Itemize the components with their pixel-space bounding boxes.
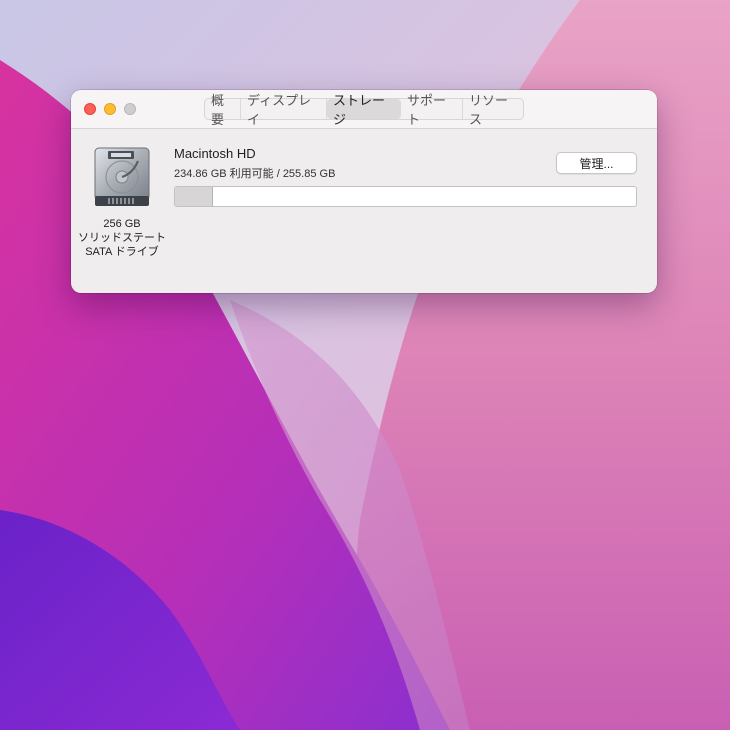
close-button[interactable] [84,103,96,115]
storage-used-segment [175,187,213,206]
system-info-window: 概要 ディスプレイ ストレージ サポート リソース 256 GB ソリッドステー… [71,90,657,293]
volume-usage-text: 234.86 GB 利用可能 / 255.85 GB [174,168,336,180]
zoom-button[interactable] [124,103,136,115]
tab-displays[interactable]: ディスプレイ [241,93,327,127]
volume-name: Macintosh HD [174,146,256,161]
tab-support[interactable]: サポート [401,93,463,127]
disk-capacity: 256 GB [103,218,141,230]
tab-overview[interactable]: 概要 [205,93,241,127]
title-bar: 概要 ディスプレイ ストレージ サポート リソース [71,90,657,129]
tab-bar: 概要 ディスプレイ ストレージ サポート リソース [204,93,524,127]
storage-usage-bar [174,186,637,207]
disk-interface: SATA ドライブ [85,246,159,258]
minimize-button[interactable] [104,103,116,115]
disk-description: 256 GB ソリッドステート SATA ドライブ [75,217,169,259]
tab-storage[interactable]: ストレージ [327,93,401,127]
disk-type: ソリッドステート [78,232,166,244]
manage-button[interactable]: 管理... [556,152,637,174]
tab-resources[interactable]: リソース [463,93,523,127]
hard-drive-icon [94,147,150,206]
